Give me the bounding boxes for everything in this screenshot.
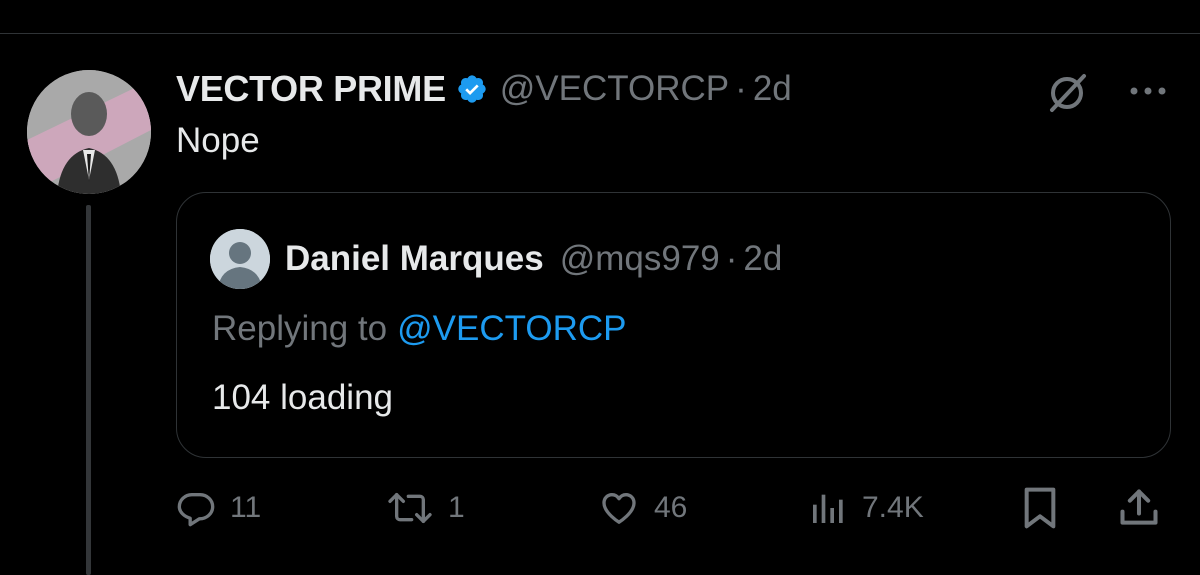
grok-icon[interactable] (1044, 70, 1090, 116)
tweet-header: VECTOR PRIME @VECTORCP · 2d (176, 66, 792, 112)
quoted-avatar[interactable] (210, 229, 270, 289)
more-icon[interactable] (1126, 76, 1170, 106)
reply-count: 11 (230, 491, 262, 524)
verified-badge-icon[interactable] (456, 73, 488, 105)
share-icon (1120, 489, 1158, 525)
like-count: 46 (654, 491, 688, 524)
quoted-timestamp[interactable]: 2d (743, 239, 782, 279)
avatar[interactable] (27, 70, 151, 194)
quoted-tweet-card[interactable]: Daniel Marques @mqs979 · 2d Replying to @… (176, 192, 1171, 458)
bookmark-button[interactable] (1020, 486, 1060, 530)
views-count: 7.4K (862, 491, 924, 524)
timestamp[interactable]: 2d (753, 69, 792, 109)
retweet-button[interactable]: 1 (386, 486, 465, 530)
top-divider (0, 33, 1200, 34)
like-button[interactable]: 46 (598, 486, 687, 530)
display-name[interactable]: VECTOR PRIME (176, 68, 446, 110)
heart-icon (602, 493, 636, 524)
retweet-count: 1 (448, 491, 465, 524)
share-button[interactable] (1117, 486, 1161, 530)
replying-to-link[interactable]: @VECTORCP (397, 309, 626, 348)
retweet-icon (388, 493, 432, 523)
quoted-display-name[interactable]: Daniel Marques (285, 239, 544, 279)
thread-line (86, 205, 91, 575)
reply-button[interactable]: 11 (176, 486, 261, 530)
views-icon (813, 494, 843, 523)
reply-icon (177, 493, 215, 527)
replying-to-label: Replying to (212, 309, 388, 348)
handle[interactable]: @VECTORCP (500, 69, 729, 109)
quoted-text: 104 loading (212, 378, 393, 417)
replying-to: Replying to @VECTORCP (212, 309, 626, 349)
tweet-text: Nope (176, 121, 260, 160)
avatar-image (27, 70, 151, 194)
quoted-separator-dot: · (725, 239, 738, 278)
bookmark-icon (1024, 487, 1056, 529)
views-button[interactable]: 7.4K (808, 486, 924, 530)
separator-dot: · (735, 69, 747, 108)
quoted-handle[interactable]: @mqs979 (560, 239, 720, 279)
quoted-header: Daniel Marques @mqs979 · 2d (285, 235, 782, 283)
